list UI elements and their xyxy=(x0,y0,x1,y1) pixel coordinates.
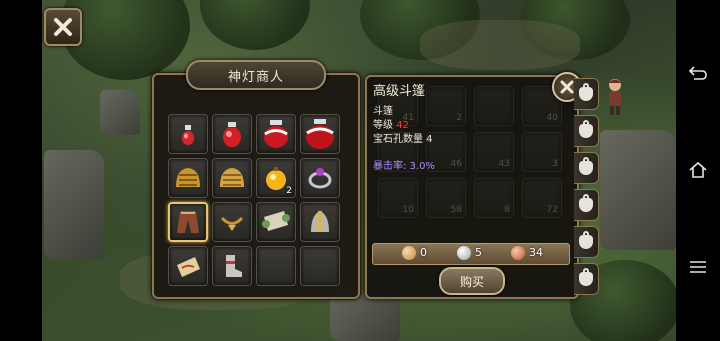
jumbo-red-potion-icon xyxy=(306,119,334,149)
shop-slot-1[interactable] xyxy=(168,114,208,154)
background-inventory-grid: 41 2 40 46 43 3 10 58 8 72 xyxy=(378,86,562,218)
golden-helmet-icon xyxy=(176,168,200,187)
dirt-path xyxy=(420,20,580,70)
treasure-map-icon xyxy=(177,257,200,277)
merchant-title: 神灯商人 xyxy=(186,60,326,90)
shop-slot-8[interactable] xyxy=(300,158,340,198)
large-red-potion-icon xyxy=(264,120,288,148)
red-potion-icon xyxy=(223,122,241,147)
item-gem-sockets: 宝石孔数量 4 xyxy=(373,134,433,145)
rock xyxy=(100,90,140,135)
bag-icon xyxy=(579,157,593,175)
system-navigation-bar xyxy=(676,0,720,341)
copper-price: 34 xyxy=(529,246,543,259)
golden-helmet-2-icon xyxy=(220,168,244,187)
shop-slot-9[interactable] xyxy=(168,202,208,242)
small-red-potion-icon xyxy=(182,125,194,145)
close-icon xyxy=(54,18,72,36)
shop-slot-2[interactable] xyxy=(212,114,252,154)
item-quantity: 2 xyxy=(286,186,292,196)
bag-tab-3[interactable] xyxy=(574,152,599,184)
item-level: 等级 42 xyxy=(373,116,409,131)
item-name: 高级斗篷 xyxy=(373,84,426,99)
cloak-icon xyxy=(177,211,199,233)
shop-slot-4[interactable] xyxy=(300,114,340,154)
bag-icon xyxy=(579,83,593,101)
shop-slot-11[interactable] xyxy=(256,202,296,242)
shop-slot-empty[interactable] xyxy=(300,246,340,286)
bag-tab-1[interactable] xyxy=(574,78,599,110)
shop-slot-12[interactable] xyxy=(300,202,340,242)
purple-ring-icon xyxy=(308,168,332,189)
shop-slot-14[interactable] xyxy=(212,246,252,286)
shop-slot-10[interactable] xyxy=(212,202,252,242)
bag-tab-2[interactable] xyxy=(574,115,599,147)
close-icon xyxy=(560,80,574,94)
shop-slot-13[interactable] xyxy=(168,246,208,286)
bag-tab-4[interactable] xyxy=(574,189,599,221)
home-icon xyxy=(689,161,707,178)
tree-canopy xyxy=(200,0,310,50)
close-button[interactable] xyxy=(44,8,82,46)
shop-slot-3[interactable] xyxy=(256,114,296,154)
silver-price: 5 xyxy=(475,246,482,259)
menu-button[interactable] xyxy=(684,253,712,281)
boots-icon xyxy=(226,255,242,277)
buy-button[interactable]: 购买 xyxy=(439,267,505,295)
merchant-item-grid: 2 xyxy=(168,114,340,286)
shop-slot-7[interactable]: 2 xyxy=(256,158,296,198)
bag-tab-5[interactable] xyxy=(574,226,599,258)
player-character-icon xyxy=(609,79,621,115)
scroll-icon xyxy=(262,211,290,231)
bag-icon xyxy=(579,268,593,286)
bag-icon xyxy=(579,231,593,249)
silver-helmet-icon xyxy=(311,211,329,232)
back-button[interactable] xyxy=(684,59,712,87)
item-type: 斗篷 xyxy=(373,106,393,117)
shop-slot-5[interactable] xyxy=(168,158,208,198)
amulet-icon xyxy=(220,216,244,231)
rock xyxy=(600,130,676,250)
rock xyxy=(44,150,104,260)
silver-coin-icon xyxy=(457,246,471,260)
item-crit-rate: 暴击率: 3.0% xyxy=(373,161,435,172)
shop-slot-6[interactable] xyxy=(212,158,252,198)
shop-slot-empty[interactable] xyxy=(256,246,296,286)
bag-icon xyxy=(579,120,593,138)
bag-icon xyxy=(579,194,593,212)
bag-tab-6[interactable] xyxy=(574,263,599,295)
gold-coin-icon xyxy=(402,246,416,260)
left-letterbox xyxy=(0,0,42,341)
gold-price: 0 xyxy=(420,246,427,259)
menu-icon xyxy=(690,261,706,273)
back-icon xyxy=(688,66,707,80)
copper-coin-icon xyxy=(511,246,525,260)
home-button[interactable] xyxy=(684,156,712,184)
